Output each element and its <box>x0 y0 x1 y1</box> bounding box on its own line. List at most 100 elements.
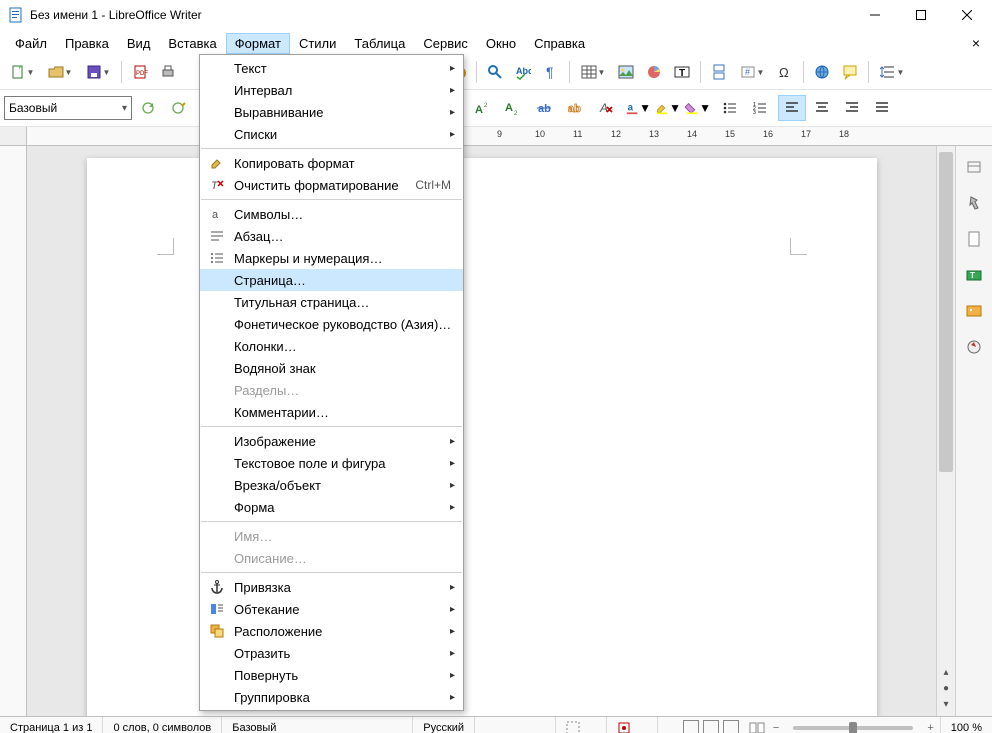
menu-item-clear-formatting[interactable]: TОчистить форматированиеCtrl+M <box>200 174 463 196</box>
menu-item-align[interactable]: Выравнивание▸ <box>200 101 463 123</box>
next-page-nav[interactable]: ▾ <box>937 696 955 712</box>
menu-item-arrange[interactable]: Расположение▸ <box>200 620 463 642</box>
insert-field-button[interactable]: #▼ <box>734 59 770 85</box>
export-pdf-button[interactable]: PDF <box>127 59 153 85</box>
menu-item-character[interactable]: aСимволы… <box>200 203 463 225</box>
document-canvas[interactable] <box>27 146 936 716</box>
sidebar-page-icon[interactable] <box>959 224 989 254</box>
menu-tools[interactable]: Сервис <box>414 33 477 54</box>
menu-item-frame[interactable]: Врезка/объект▸ <box>200 474 463 496</box>
open-button[interactable]: ▼ <box>42 59 78 85</box>
menu-item-image[interactable]: Изображение▸ <box>200 430 463 452</box>
align-justify-button[interactable] <box>868 95 896 121</box>
status-signature[interactable] <box>607 717 658 733</box>
new-style-button[interactable] <box>164 95 192 121</box>
menu-item-bullets[interactable]: Маркеры и нумерация… <box>200 247 463 269</box>
align-right-button[interactable] <box>838 95 866 121</box>
number-list-button[interactable]: 123 <box>746 95 774 121</box>
menu-file[interactable]: Файл <box>6 33 56 54</box>
menu-item-paragraph[interactable]: Абзац… <box>200 225 463 247</box>
font-color-button[interactable]: a▼ <box>624 95 652 121</box>
vertical-ruler[interactable] <box>0 146 27 716</box>
strike-style-button[interactable]: ab <box>530 95 558 121</box>
sidebar-properties-icon[interactable] <box>959 188 989 218</box>
menu-insert[interactable]: Вставка <box>159 33 225 54</box>
insert-chart-button[interactable] <box>641 59 667 85</box>
menu-item-spacing[interactable]: Интервал▸ <box>200 79 463 101</box>
align-left-button[interactable] <box>778 95 806 121</box>
menu-item-form[interactable]: Форма▸ <box>200 496 463 518</box>
zoom-in-button[interactable]: + <box>921 722 939 733</box>
status-selection-mode[interactable] <box>556 717 607 733</box>
sidebar-styles-icon[interactable]: T <box>959 260 989 290</box>
horizontal-ruler[interactable]: 9 10 11 12 13 14 15 16 17 18 <box>0 127 992 146</box>
menu-item-flip[interactable]: Отразить▸ <box>200 642 463 664</box>
status-words[interactable]: 0 слов, 0 символов <box>103 717 222 733</box>
prev-page-nav[interactable]: ▴ <box>937 664 955 680</box>
line-spacing-button[interactable]: ▼ <box>874 59 910 85</box>
sidebar-settings-icon[interactable] <box>959 152 989 182</box>
menu-item-wrap[interactable]: Обтекание▸ <box>200 598 463 620</box>
highlight-button[interactable]: ▼ <box>654 95 682 121</box>
menu-item-anchor[interactable]: Привязка▸ <box>200 576 463 598</box>
menu-help[interactable]: Справка <box>525 33 594 54</box>
status-view-icons[interactable] <box>675 720 747 733</box>
close-button[interactable] <box>944 0 990 30</box>
subscript-button[interactable]: A2 <box>498 95 526 121</box>
insert-image-button[interactable] <box>613 59 639 85</box>
menu-item-columns[interactable]: Колонки… <box>200 335 463 357</box>
superscript-button[interactable]: A2 <box>468 95 496 121</box>
new-document-button[interactable]: ▼ <box>4 59 40 85</box>
menu-item-lists[interactable]: Списки▸ <box>200 123 463 145</box>
insert-table-button[interactable]: ▼ <box>575 59 611 85</box>
insert-hyperlink-button[interactable] <box>809 59 835 85</box>
bullet-list-button[interactable] <box>716 95 744 121</box>
menu-item-text[interactable]: Текст▸ <box>200 57 463 79</box>
update-style-button[interactable] <box>134 95 162 121</box>
insert-comment-button[interactable] <box>837 59 863 85</box>
status-book-view[interactable] <box>747 717 767 733</box>
menu-item-page[interactable]: Страница… <box>200 269 463 291</box>
menu-item-phonetic[interactable]: Фонетическое руководство (Азия)… <box>200 313 463 335</box>
menu-item-title-page[interactable]: Титульная страница… <box>200 291 463 313</box>
insert-pagebreak-button[interactable] <box>706 59 732 85</box>
menu-format[interactable]: Формат <box>226 33 290 54</box>
save-button[interactable]: ▼ <box>80 59 116 85</box>
status-insert-mode[interactable] <box>475 717 556 733</box>
menu-item-rotate[interactable]: Повернуть▸ <box>200 664 463 686</box>
spellcheck-button[interactable]: Abc <box>510 59 536 85</box>
formatting-marks-button[interactable]: ¶ <box>538 59 564 85</box>
scrollbar-thumb[interactable] <box>939 152 953 472</box>
insert-textbox-button[interactable]: T <box>669 59 695 85</box>
insert-symbol-button[interactable]: Ω <box>772 59 798 85</box>
menu-edit[interactable]: Правка <box>56 33 118 54</box>
outline-style-button[interactable]: ab <box>560 95 588 121</box>
menu-item-group[interactable]: Группировка▸ <box>200 686 463 708</box>
menu-styles[interactable]: Стили <box>290 33 345 54</box>
menu-item-watermark[interactable]: Водяной знак <box>200 357 463 379</box>
paragraph-style-combo[interactable]: Базовый <box>4 96 132 120</box>
vertical-scrollbar[interactable]: ▴ ● ▾ <box>936 146 955 716</box>
menu-item-comments[interactable]: Комментарии… <box>200 401 463 423</box>
status-language[interactable]: Русский <box>413 717 475 733</box>
clear-formatting-button[interactable]: A <box>592 95 620 121</box>
page-nav-dot[interactable]: ● <box>937 680 955 696</box>
menu-window[interactable]: Окно <box>477 33 525 54</box>
maximize-button[interactable] <box>898 0 944 30</box>
sidebar-navigator-icon[interactable] <box>959 332 989 362</box>
status-page[interactable]: Страница 1 из 1 <box>0 717 103 733</box>
minimize-button[interactable] <box>852 0 898 30</box>
status-zoom[interactable]: 100 % <box>940 717 992 733</box>
menu-item-textbox[interactable]: Текстовое поле и фигура▸ <box>200 452 463 474</box>
align-center-button[interactable] <box>808 95 836 121</box>
close-document-button[interactable]: × <box>966 35 986 51</box>
zoom-out-button[interactable]: − <box>767 722 785 733</box>
menu-view[interactable]: Вид <box>118 33 160 54</box>
background-color-button[interactable]: ▼ <box>684 95 712 121</box>
print-button[interactable] <box>155 59 181 85</box>
zoom-slider[interactable] <box>793 726 913 730</box>
menu-table[interactable]: Таблица <box>345 33 414 54</box>
menu-item-clone-formatting[interactable]: Копировать формат <box>200 152 463 174</box>
status-style[interactable]: Базовый <box>222 717 413 733</box>
find-button[interactable] <box>482 59 508 85</box>
